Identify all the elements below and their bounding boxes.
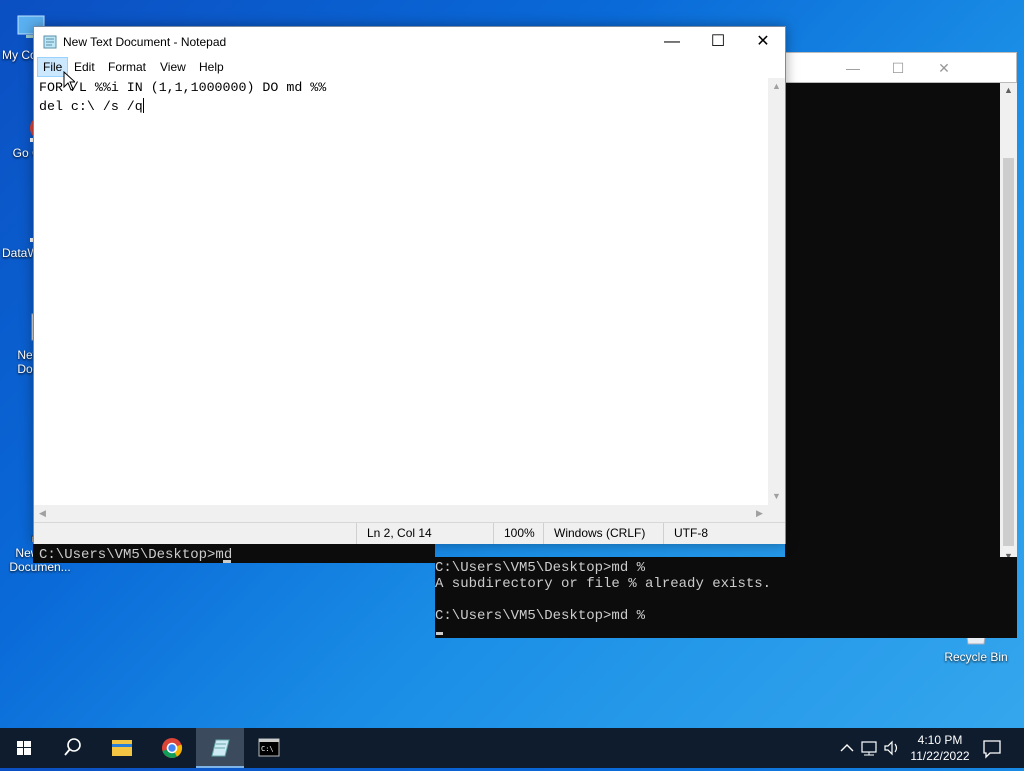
- scroll-down-icon[interactable]: ▼: [768, 488, 785, 505]
- vertical-scrollbar[interactable]: ▲ ▼: [768, 78, 785, 505]
- mouse-pointer-icon: [63, 70, 77, 94]
- cmd-output-line: C:\Users\VM5\Desktop>md %: [435, 608, 646, 624]
- menu-view[interactable]: View: [155, 57, 191, 77]
- cmd-cursor: [436, 632, 443, 635]
- chrome-button[interactable]: [148, 728, 196, 768]
- action-center-button[interactable]: [976, 728, 1024, 768]
- maximize-button[interactable]: ☐: [695, 27, 741, 57]
- cmd-titlebar[interactable]: — ☐ ✕: [785, 52, 1017, 83]
- cmd-taskbar-button[interactable]: C:\: [245, 728, 293, 768]
- scroll-up-icon[interactable]: ▲: [1000, 83, 1017, 97]
- scroll-right-icon[interactable]: ▶: [751, 505, 768, 522]
- folder-icon: [112, 740, 132, 756]
- cmd-cursor: [223, 560, 231, 563]
- cmd-console-area[interactable]: [785, 83, 1017, 563]
- minimize-button[interactable]: —: [649, 27, 695, 57]
- chrome-icon: [162, 738, 183, 758]
- horizontal-scrollbar[interactable]: ◀ ▶: [34, 505, 768, 522]
- cmd-console-strip[interactable]: C:\Users\VM5\Desktop>md: [33, 544, 435, 563]
- close-button[interactable]: ✕: [740, 27, 786, 57]
- svg-text:C:\: C:\: [261, 745, 274, 753]
- desktop-icon-label: Recycle Bin: [944, 650, 1008, 664]
- cmd-output-line: A subdirectory or file % already exists.: [435, 576, 772, 592]
- scroll-left-icon[interactable]: ◀: [34, 505, 51, 522]
- clock-time: 4:10 PM: [917, 733, 963, 747]
- file-explorer-button[interactable]: [98, 728, 146, 768]
- scroll-up-icon[interactable]: ▲: [768, 78, 785, 95]
- taskbar-clock[interactable]: 4:10 PM 11/22/2022: [905, 732, 975, 764]
- windows-logo-icon: [17, 741, 31, 755]
- status-encoding: UTF-8: [663, 523, 763, 544]
- status-zoom: 100%: [493, 523, 543, 544]
- menu-bar: File Edit Format View Help: [34, 57, 785, 77]
- scrollbar-corner: [768, 505, 785, 522]
- status-line-ending: Windows (CRLF): [543, 523, 663, 544]
- system-tray: [835, 728, 905, 768]
- search-icon: [64, 738, 81, 756]
- window-title: New Text Document - Notepad: [63, 35, 227, 49]
- cmd-output-line: C:\Users\VM5\Desktop>md %: [435, 560, 646, 576]
- volume-icon: [884, 740, 898, 756]
- notepad-taskbar-button[interactable]: [196, 728, 244, 768]
- cmd-prompt-line: C:\Users\VM5\Desktop>md: [39, 547, 233, 563]
- status-bar: Ln 2, Col 14 100% Windows (CRLF) UTF-8: [34, 522, 785, 544]
- text-editor[interactable]: FOR /L %%i IN (1,1,1000000) DO md %% del …: [38, 78, 769, 504]
- text-caret: [142, 98, 144, 113]
- notepad-app-icon: [43, 35, 57, 49]
- cmd-console-output[interactable]: C:\Users\VM5\Desktop>md % A subdirectory…: [435, 557, 1017, 638]
- menu-help[interactable]: Help: [194, 57, 229, 77]
- command-prompt-icon: C:\: [258, 738, 280, 757]
- editor-line-1: FOR /L %%i IN (1,1,1000000) DO md %%: [39, 80, 327, 95]
- cmd-vertical-scrollbar[interactable]: ▲ ▼: [1000, 83, 1017, 563]
- clock-date: 11/22/2022: [910, 749, 970, 763]
- close-icon[interactable]: ✕: [934, 59, 954, 77]
- status-cursor-position: Ln 2, Col 14: [356, 523, 501, 544]
- scrollbar-thumb[interactable]: [1003, 158, 1014, 546]
- menu-format[interactable]: Format: [103, 57, 151, 77]
- start-button[interactable]: [0, 728, 48, 768]
- notepad-titlebar[interactable]: New Text Document - Notepad — ☐ ✕: [34, 27, 785, 57]
- notepad-icon: [211, 739, 230, 757]
- minimize-icon[interactable]: —: [843, 59, 863, 77]
- editor-line-2: del c:\ /s /q: [39, 97, 769, 116]
- maximize-icon[interactable]: ☐: [888, 59, 908, 77]
- notification-icon: [983, 740, 1001, 759]
- network-icon: [861, 741, 877, 756]
- chevron-up-icon: [840, 744, 854, 752]
- search-button[interactable]: [48, 728, 96, 768]
- taskbar: C:\ 4:10 PM 11/22/2022: [0, 728, 1024, 768]
- notepad-window[interactable]: New Text Document - Notepad — ☐ ✕ File E…: [33, 26, 786, 544]
- editor-line-2-text: del c:\ /s /q: [39, 99, 143, 114]
